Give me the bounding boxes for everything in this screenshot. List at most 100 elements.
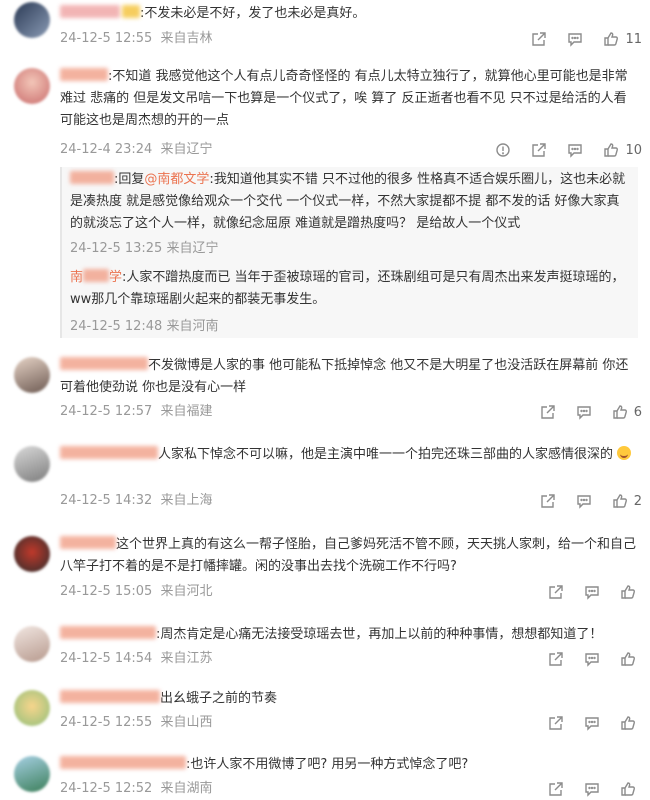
- comment-text: 周杰肯定是心痛无法接受琼瑶去世，再加上以前的种种事情，想想都知道了！: [160, 627, 603, 642]
- comment-date: 24-12-5 15:05: [60, 584, 153, 599]
- share-icon: [549, 585, 563, 599]
- comment-date: 24-12-5 14:54: [60, 651, 153, 666]
- mention-link[interactable]: @南都文学: [144, 172, 209, 187]
- comment-meta: 24-12-4 23:24 来自辽宁: [60, 140, 217, 160]
- comment-meta: 24-12-5 12:55 来自山西: [60, 713, 217, 733]
- username[interactable]: [60, 690, 160, 703]
- avatar[interactable]: [14, 2, 50, 38]
- like-icon: [613, 494, 627, 508]
- like-button[interactable]: 2: [612, 493, 642, 509]
- share-icon: [541, 494, 555, 508]
- reply-list: :回复@南都文学:我知道他其实不错 只不过他的很多 性格真不适合娱乐圈儿，这也未…: [60, 167, 638, 338]
- username[interactable]: 南学: [70, 269, 122, 285]
- comment-location: 来自辽宁: [160, 142, 213, 157]
- like-button[interactable]: 11: [603, 31, 642, 47]
- avatar[interactable]: [14, 446, 50, 482]
- comment-icon: [577, 406, 591, 420]
- avatar[interactable]: [14, 68, 50, 104]
- username[interactable]: [60, 626, 156, 639]
- comment-icon: [568, 33, 583, 47]
- comment-location: 来自福建: [160, 404, 213, 419]
- avatar[interactable]: [14, 357, 50, 393]
- comment-icon: [568, 144, 583, 158]
- share-button[interactable]: [540, 493, 556, 509]
- comment-item: :不知道 我感觉他这个人有点儿奇奇怪怪的 有点儿太特立独行了，就算他心里可能也是…: [0, 66, 650, 356]
- username[interactable]: [60, 756, 186, 769]
- reply-text: 人家不蹭热度而已 当年于歪被琼瑶的官司，还珠剧组可是只有周杰出来发声挺琼瑶的，w…: [70, 270, 625, 307]
- username[interactable]: [70, 171, 114, 184]
- reply-meta: 24-12-5 13:25 来自辽宁: [70, 237, 219, 256]
- comment-text: 人家私下悼念不可以嘛，他是主演中唯一一个拍完还珠三部曲的人家感情很深的: [158, 447, 614, 462]
- reply-meta: 24-12-5 12:48 来自河南: [70, 315, 219, 334]
- comment-meta: 24-12-5 14:32 来自上海: [60, 491, 217, 511]
- like-count: 2: [633, 493, 642, 509]
- share-button[interactable]: [540, 404, 556, 420]
- comment-date: 24-12-5 12:55: [60, 715, 153, 730]
- share-icon: [541, 405, 555, 419]
- comment-button[interactable]: [576, 404, 592, 420]
- share-icon: [549, 782, 563, 796]
- comment-date: 24-12-5 14:32: [60, 493, 153, 508]
- comment-text: 也许人家不用微博了吧? 用另一种方式悼念了吧?: [190, 757, 469, 772]
- reply-item: 南学:人家不蹭热度而已 当年于歪被琼瑶的官司，还珠剧组可是只有周杰出来发声挺琼瑶…: [70, 269, 625, 307]
- comment-button[interactable]: [584, 584, 600, 600]
- comment-button[interactable]: [584, 715, 600, 731]
- comment-date: 24-12-4 23:24: [60, 142, 153, 157]
- avatar[interactable]: [14, 626, 50, 662]
- share-button[interactable]: [548, 651, 564, 667]
- comment-icon: [585, 717, 599, 731]
- share-button[interactable]: [548, 584, 564, 600]
- comment-button[interactable]: [567, 142, 583, 158]
- username[interactable]: [60, 357, 148, 370]
- comment-meta: 24-12-5 12:57 来自福建: [60, 402, 217, 422]
- comment-button[interactable]: [584, 781, 600, 797]
- reply-date: 24-12-5 13:25: [70, 241, 163, 256]
- like-button[interactable]: 6: [612, 404, 642, 420]
- like-button[interactable]: [620, 781, 642, 797]
- like-button[interactable]: [620, 584, 642, 600]
- comment-item: 人家私下悼念不可以嘛，他是主演中唯一一个拍完还珠三部曲的人家感情很深的 24-1…: [0, 444, 650, 519]
- comment-text: 不知道 我感觉他这个人有点儿奇奇怪怪的 有点儿太特立独行了，就算他心里可能也是非…: [60, 69, 628, 128]
- avatar[interactable]: [14, 756, 50, 792]
- username[interactable]: [60, 5, 120, 18]
- like-count: 10: [625, 142, 642, 158]
- username[interactable]: [60, 68, 108, 81]
- like-button[interactable]: [620, 715, 642, 731]
- reply-location: 来自河南: [166, 319, 219, 334]
- avatar[interactable]: [14, 536, 50, 572]
- comment-item: 出幺蛾子之前的节奏 24-12-5 12:55 来自山西: [0, 688, 650, 738]
- share-icon: [532, 143, 547, 157]
- share-icon: [549, 652, 563, 666]
- like-icon: [621, 782, 635, 796]
- comment-button[interactable]: [584, 651, 600, 667]
- reply-item: :回复@南都文学:我知道他其实不错 只不过他的很多 性格真不适合娱乐圈儿，这也未…: [70, 171, 626, 231]
- comment-button[interactable]: [567, 31, 583, 47]
- like-button[interactable]: [620, 651, 642, 667]
- comment-date: 24-12-5 12:57: [60, 404, 153, 419]
- comment-location: 来自吉林: [160, 31, 213, 46]
- share-button[interactable]: [548, 781, 564, 797]
- username[interactable]: [60, 536, 116, 549]
- like-button[interactable]: 10: [603, 142, 642, 158]
- reply-prefix: 回复: [118, 172, 145, 187]
- comment-button[interactable]: [576, 493, 592, 509]
- reply-date: 24-12-5 12:48: [70, 319, 163, 334]
- share-button[interactable]: [531, 142, 547, 158]
- report-button[interactable]: [495, 142, 511, 158]
- like-icon: [613, 405, 627, 419]
- like-icon: [621, 585, 635, 599]
- share-icon: [549, 716, 563, 730]
- avatar[interactable]: [14, 690, 50, 726]
- comment-meta: 24-12-5 12:52 来自湖南: [60, 779, 217, 799]
- comment-text: 出幺蛾子之前的节奏: [160, 691, 278, 706]
- username[interactable]: [60, 446, 158, 459]
- like-icon: [604, 32, 619, 46]
- comment-meta: 24-12-5 14:54 来自江苏: [60, 649, 217, 669]
- share-button[interactable]: [548, 715, 564, 731]
- like-count: 11: [625, 31, 642, 47]
- like-icon: [604, 143, 619, 157]
- comment-meta: 24-12-5 12:55 来自吉林: [60, 29, 217, 49]
- comment-item: :也许人家不用微博了吧? 用另一种方式悼念了吧? 24-12-5 12:52 来…: [0, 754, 650, 800]
- comment-location: 来自上海: [160, 493, 213, 508]
- share-button[interactable]: [531, 31, 547, 47]
